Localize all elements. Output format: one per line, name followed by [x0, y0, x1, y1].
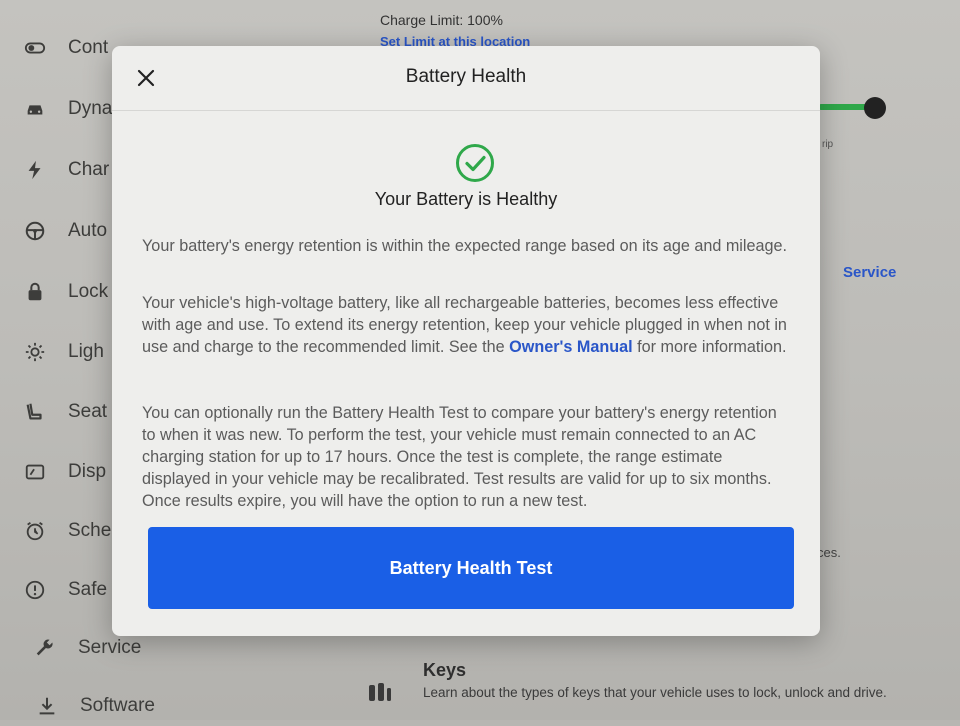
advice-paragraph: Your vehicle's high-voltage battery, lik… — [142, 292, 792, 358]
background-text-fragment: ces. — [817, 545, 841, 560]
sidebar-item-label: Service — [78, 637, 142, 658]
check-circle-icon — [456, 144, 494, 182]
sidebar-item-safety[interactable]: Safe — [24, 570, 107, 610]
sidebar-item-label: Lock — [68, 281, 109, 302]
sidebar-item-seat[interactable]: Seat — [24, 392, 107, 432]
retention-paragraph: Your battery's energy retention is withi… — [142, 237, 788, 255]
advice-text-end: for more information. — [632, 338, 787, 356]
sidebar-item-label: Char — [68, 159, 110, 180]
battery-status-title: Your Battery is Healthy — [374, 189, 558, 209]
alarm-clock-icon — [24, 520, 46, 542]
download-icon — [36, 695, 58, 717]
keys-icon — [369, 683, 391, 701]
sidebar-item-software[interactable]: Software — [36, 686, 155, 726]
charge-limit-text: Charge Limit: 100% — [380, 12, 503, 28]
wrench-icon — [34, 637, 56, 659]
sidebar-item-label: Dyna — [68, 98, 113, 119]
dialog-header: Battery Health — [112, 46, 820, 111]
battery-health-dialog: Battery Health Your Battery is Healthy Y… — [112, 46, 820, 636]
car-icon — [24, 98, 46, 120]
test-info-paragraph: You can optionally run the Battery Healt… — [142, 404, 777, 510]
sidebar-item-label: Safe — [68, 579, 108, 600]
owners-manual-link[interactable]: Owner's Manual — [509, 338, 633, 356]
sidebar-item-locks[interactable]: Lock — [24, 272, 108, 312]
sidebar-item-label: Ligh — [68, 341, 104, 362]
steering-wheel-icon — [24, 220, 46, 242]
lock-icon — [24, 281, 46, 303]
sidebar-item-schedule[interactable]: Sche — [24, 511, 111, 551]
service-link[interactable]: Service — [843, 264, 896, 281]
keys-description: Learn about the types of keys that your … — [423, 685, 887, 700]
sidebar-item-label: Auto — [68, 220, 108, 241]
info-circle-icon — [24, 579, 46, 601]
trip-text: rip — [822, 139, 834, 150]
sidebar-item-label: Seat — [68, 401, 108, 422]
sun-icon — [24, 341, 46, 363]
sidebar-item-dynamics[interactable]: Dyna — [24, 89, 112, 129]
seat-icon — [24, 401, 46, 423]
charge-limit-slider-handle[interactable] — [864, 97, 886, 119]
display-icon — [24, 461, 46, 483]
sidebar-item-autopilot[interactable]: Auto — [24, 211, 107, 251]
sidebar-item-label: Software — [80, 695, 155, 716]
dialog-title: Battery Health — [405, 66, 527, 87]
sidebar-item-lights[interactable]: Ligh — [24, 332, 104, 372]
sidebar-item-label: Disp — [68, 461, 107, 482]
sidebar-item-label: Sche — [68, 520, 112, 541]
battery-health-test-button[interactable]: Battery Health Test — [148, 527, 794, 609]
sidebar-item-label: Cont — [68, 37, 109, 58]
sidebar-item-display[interactable]: Disp — [24, 452, 106, 492]
sidebar-item-charging[interactable]: Char — [24, 150, 109, 190]
toggle-icon — [24, 37, 46, 59]
lightning-icon — [24, 159, 46, 181]
sidebar-item-controls[interactable]: Cont — [24, 28, 108, 68]
